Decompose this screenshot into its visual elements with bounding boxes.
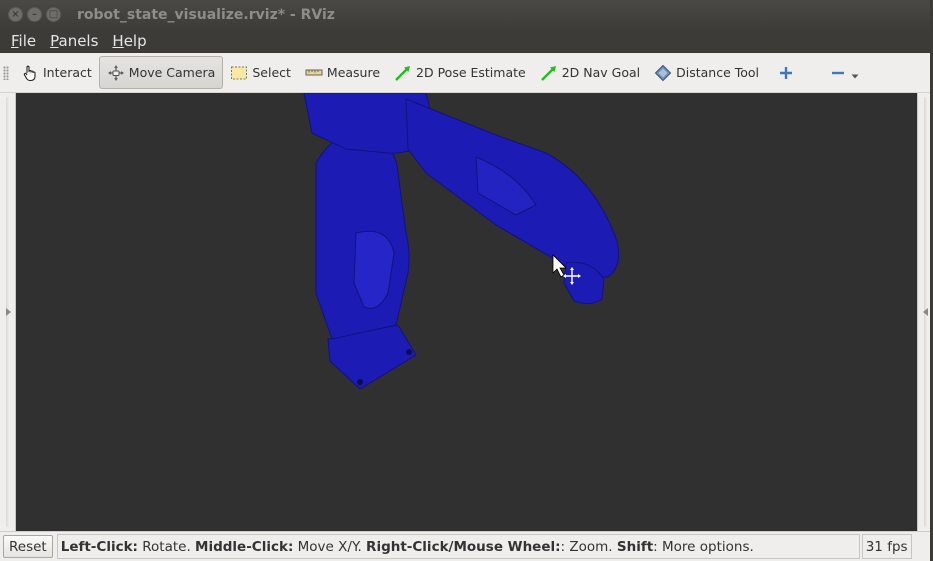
move-camera-label: Move Camera bbox=[128, 65, 216, 80]
menu-help-mnemonic: H bbox=[112, 32, 124, 50]
tools-toolbar: Interact Move Camera Select Measure 2D P… bbox=[0, 53, 933, 93]
left-click-desc: Rotate. bbox=[137, 538, 196, 555]
reset-button[interactable]: Reset bbox=[3, 535, 53, 558]
ruler-icon bbox=[305, 69, 323, 75]
hand-pointer-icon bbox=[23, 65, 36, 81]
add-tool-button[interactable] bbox=[766, 56, 810, 89]
menu-file-mnemonic: F bbox=[11, 32, 19, 50]
remove-tool-button[interactable] bbox=[810, 56, 876, 89]
nav-goal-tool-button[interactable]: 2D Nav Goal bbox=[533, 56, 647, 89]
status-message: Left-Click: Rotate. Middle-Click: Move X… bbox=[56, 534, 860, 559]
menu-help-label: elp bbox=[123, 32, 147, 50]
select-label: Select bbox=[252, 65, 291, 80]
distance-tool-button[interactable]: Distance Tool bbox=[647, 56, 766, 89]
middle-click-key: Middle-Click: bbox=[195, 538, 294, 555]
robot-arm-model bbox=[303, 93, 620, 390]
shift-desc: : More options. bbox=[653, 538, 754, 555]
measure-tool-button[interactable]: Measure bbox=[298, 56, 387, 89]
move-camera-icon bbox=[108, 65, 124, 80]
nav-goal-label: 2D Nav Goal bbox=[561, 65, 641, 80]
toolbar-grip[interactable] bbox=[3, 65, 9, 80]
window-controls: × – □ bbox=[8, 7, 61, 22]
maximize-button[interactable]: □ bbox=[46, 7, 61, 22]
status-bar: Reset Left-Click: Rotate. Middle-Click: … bbox=[0, 531, 933, 561]
selection-box-icon bbox=[231, 66, 248, 79]
green-arrow-icon bbox=[540, 65, 556, 81]
fps-counter: 31 fps bbox=[861, 534, 912, 559]
shift-key: Shift bbox=[616, 538, 654, 555]
middle-click-desc: Move X/Y. bbox=[293, 538, 367, 555]
plus-icon bbox=[780, 66, 793, 79]
right-click-desc: : Zoom. bbox=[560, 538, 617, 555]
title-bar: × – □ robot_state_visualize.rviz* - RViz bbox=[0, 0, 933, 29]
menu-panels-mnemonic: P bbox=[50, 32, 59, 50]
minus-icon bbox=[832, 71, 845, 74]
move-camera-tool-button[interactable]: Move Camera bbox=[98, 56, 224, 89]
pose-estimate-label: 2D Pose Estimate bbox=[416, 65, 526, 80]
render-viewport[interactable] bbox=[16, 93, 917, 531]
menu-panels[interactable]: Panels bbox=[43, 29, 105, 53]
chevron-down-icon bbox=[851, 74, 859, 78]
diamond-icon bbox=[654, 64, 672, 81]
distance-tool-label: Distance Tool bbox=[676, 65, 760, 80]
menu-file-label: ile bbox=[18, 32, 37, 50]
left-dock-handle[interactable] bbox=[0, 93, 16, 531]
right-click-key: Right-Click/Mouse Wheel: bbox=[366, 538, 561, 555]
expand-right-arrow-icon[interactable] bbox=[923, 308, 928, 316]
pose-estimate-tool-button[interactable]: 2D Pose Estimate bbox=[387, 56, 533, 89]
minimize-button[interactable]: – bbox=[27, 7, 42, 22]
interact-tool-button[interactable]: Interact bbox=[14, 56, 99, 89]
interact-label: Interact bbox=[43, 65, 92, 80]
close-button[interactable]: × bbox=[8, 7, 23, 22]
select-tool-button[interactable]: Select bbox=[223, 56, 298, 89]
expand-left-arrow-icon[interactable] bbox=[6, 308, 11, 316]
measure-label: Measure bbox=[326, 65, 381, 80]
window-title: robot_state_visualize.rviz* - RViz bbox=[77, 6, 335, 23]
menu-file[interactable]: File bbox=[4, 29, 43, 53]
left-click-key: Left-Click: bbox=[60, 538, 138, 555]
menu-help[interactable]: Help bbox=[105, 29, 153, 53]
menu-panels-label: anels bbox=[58, 32, 99, 50]
green-arrow-icon bbox=[395, 65, 411, 81]
menu-bar: File Panels Help bbox=[0, 29, 933, 53]
